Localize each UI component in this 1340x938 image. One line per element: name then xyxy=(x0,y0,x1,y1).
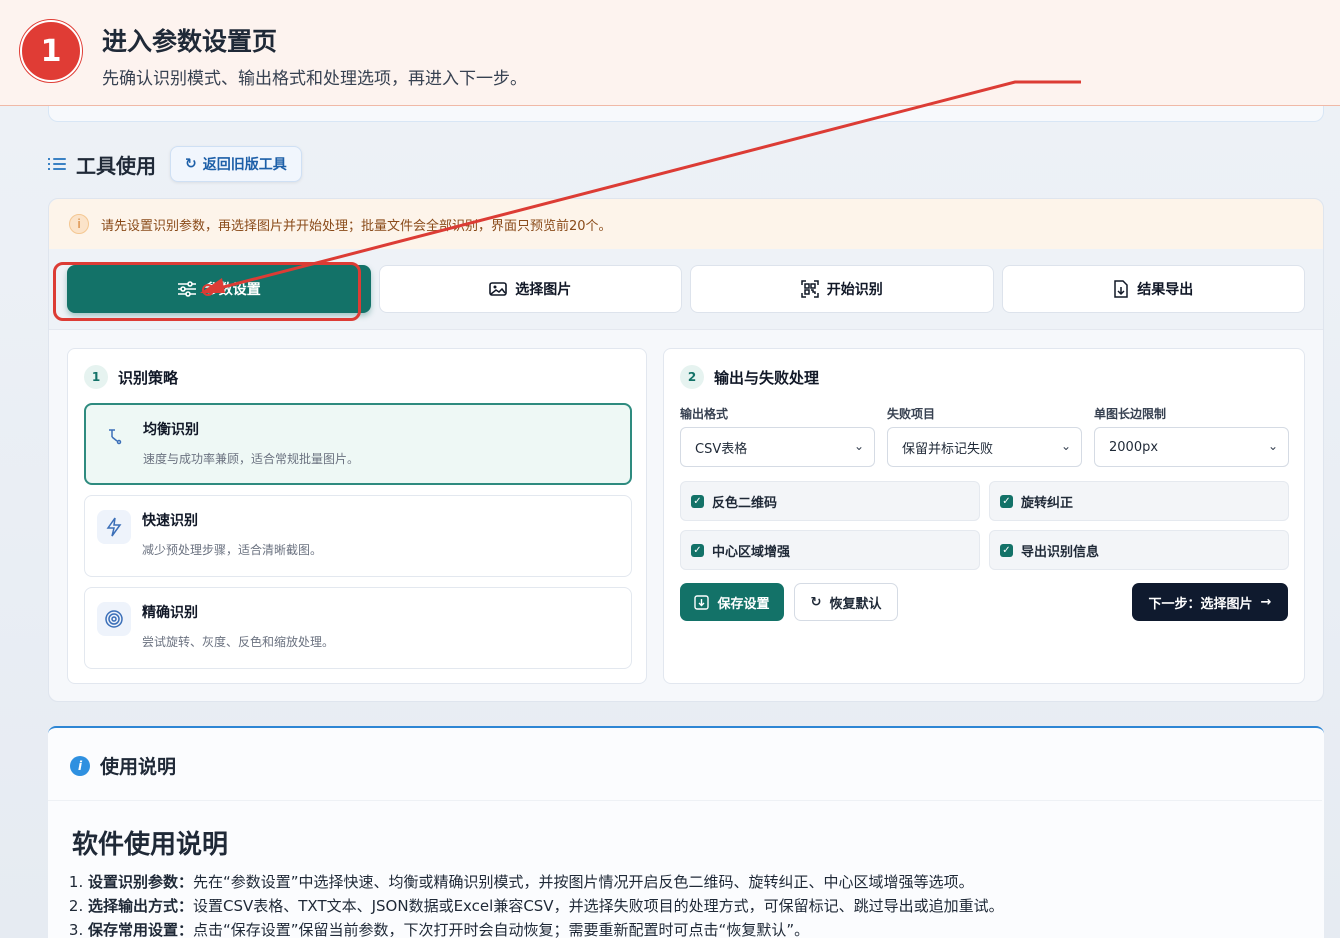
checkbox-invert-qr[interactable]: ✓ 反色二维码 xyxy=(680,481,980,521)
mode-desc: 减少预处理步骤，适合清晰截图。 xyxy=(142,543,323,557)
arrow-right-icon: → xyxy=(1260,594,1272,610)
tab-start-recognition[interactable]: 开始识别 xyxy=(690,265,994,313)
checkbox-label: 导出识别信息 xyxy=(1021,544,1100,560)
reset-label: 恢复默认 xyxy=(829,596,882,612)
mode-balanced[interactable]: 均衡识别 速度与成功率兼顾，适合常规批量图片。 xyxy=(84,403,632,485)
checkbox-center-enhance[interactable]: ✓ 中心区域增强 xyxy=(680,530,980,570)
check-icon: ✓ xyxy=(1000,543,1013,557)
notice-text: 请先设置识别参数，再选择图片并开始处理；批量文件会全部识别，界面只预览前20个。 xyxy=(101,218,612,234)
select-value: 2000px xyxy=(1109,439,1159,455)
banner-subtitle: 先确认识别模式、输出格式和处理选项，再进入下一步。 xyxy=(102,69,527,89)
checkbox-label: 反色二维码 xyxy=(712,495,778,511)
settings-area: 1 识别策略 均衡识别 速度与成功率兼顾，适合常规批量图片。 快速识别 减少预处… xyxy=(49,329,1323,701)
reset-default-button[interactable]: ↻ 恢复默认 xyxy=(794,583,898,621)
checkbox-export-info[interactable]: ✓ 导出识别信息 xyxy=(989,530,1289,570)
item-text: 点击“保存设置”保留当前参数，下次打开时会自动恢复；需要重新配置时可点击“恢复默… xyxy=(193,921,810,938)
usage-section: i 使用说明 软件使用说明 设置识别参数：先在“参数设置”中选择快速、均衡或精确… xyxy=(48,726,1324,938)
section-number: 1 xyxy=(84,365,108,389)
failed-items-label: 失败项目 xyxy=(887,407,936,421)
failed-items-select[interactable]: 保留并标记失败 ⌄ xyxy=(887,427,1082,467)
tab-label: 选择图片 xyxy=(515,282,572,298)
tab-label: 结果导出 xyxy=(1137,282,1194,298)
item-bold: 设置识别参数： xyxy=(88,873,194,891)
output-header: 2 输出与失败处理 xyxy=(680,365,819,389)
next-label: 下一步：选择图片 xyxy=(1148,596,1253,612)
usage-title: 软件使用说明 xyxy=(72,830,229,860)
step-number-badge: 1 xyxy=(20,20,82,82)
tool-title: 工具使用 xyxy=(76,153,156,178)
strategy-header: 1 识别策略 xyxy=(84,365,178,389)
download-icon xyxy=(694,594,710,610)
qr-scan-icon xyxy=(801,280,819,298)
checkbox-rotation-correct[interactable]: ✓ 旋转纠正 xyxy=(989,481,1289,521)
output-format-select[interactable]: CSV表格 ⌄ xyxy=(680,427,875,467)
info-circle-icon: i xyxy=(69,214,89,234)
mode-title: 精确识别 xyxy=(142,605,198,621)
tab-export-results[interactable]: 结果导出 xyxy=(1001,265,1305,313)
mode-desc: 尝试旋转、灰度、反色和缩放处理。 xyxy=(142,635,335,649)
balance-icon xyxy=(98,419,132,453)
item-bold: 保存常用设置： xyxy=(88,921,194,938)
usage-header: i 使用说明 xyxy=(70,752,176,779)
mode-fast[interactable]: 快速识别 减少预处理步骤，适合清晰截图。 xyxy=(84,495,632,577)
list-item: 选择输出方式：设置CSV表格、TXT文本、JSON数据或Excel兼容CSV，并… xyxy=(88,894,1004,918)
checkbox-label: 旋转纠正 xyxy=(1021,495,1074,511)
usage-list: 设置识别参数：先在“参数设置”中选择快速、均衡或精确识别模式，并按图片情况开启反… xyxy=(88,870,1004,938)
bolt-icon xyxy=(97,510,131,544)
mode-title: 均衡识别 xyxy=(143,422,199,438)
back-to-old-tool-button[interactable]: ↻ 返回旧版工具 xyxy=(170,146,302,182)
divider xyxy=(48,800,1322,801)
tool-header: 工具使用 ↻ 返回旧版工具 xyxy=(48,146,302,182)
output-card: 2 输出与失败处理 输出格式 失败项目 单图长边限制 CSV表格 ⌄ 保留并标记… xyxy=(663,348,1305,684)
output-title: 输出与失败处理 xyxy=(714,368,820,387)
item-text: 先在“参数设置”中选择快速、均衡或精确识别模式，并按图片情况开启反色二维码、旋转… xyxy=(193,873,974,891)
usage-header-label: 使用说明 xyxy=(100,756,177,778)
tab-label: 开始识别 xyxy=(826,282,883,298)
check-icon: ✓ xyxy=(691,543,704,557)
save-label: 保存设置 xyxy=(717,596,770,612)
save-settings-button[interactable]: 保存设置 xyxy=(680,583,784,621)
target-icon xyxy=(97,602,131,636)
strategy-title: 识别策略 xyxy=(118,368,179,387)
mode-title: 快速识别 xyxy=(142,513,198,529)
tab-select-images[interactable]: 选择图片 xyxy=(378,265,682,313)
notice-bar: i 请先设置识别参数，再选择图片并开始处理；批量文件会全部识别，界面只预览前20… xyxy=(49,199,1323,249)
mode-precise[interactable]: 精确识别 尝试旋转、灰度、反色和缩放处理。 xyxy=(84,587,632,669)
max-edge-label: 单图长边限制 xyxy=(1094,407,1167,421)
chevron-down-icon: ⌄ xyxy=(853,439,864,453)
select-value: 保留并标记失败 xyxy=(902,441,994,457)
check-icon: ✓ xyxy=(1000,494,1013,508)
refresh-icon: ↻ xyxy=(185,156,197,172)
back-button-label: 返回旧版工具 xyxy=(202,157,287,173)
item-bold: 选择输出方式： xyxy=(88,897,194,915)
check-icon: ✓ xyxy=(691,494,704,508)
refresh-icon: ↻ xyxy=(810,594,822,610)
chevron-down-icon: ⌄ xyxy=(1060,439,1071,453)
image-icon xyxy=(489,282,508,296)
mode-desc: 速度与成功率兼顾，适合常规批量图片。 xyxy=(143,452,360,466)
output-format-label: 输出格式 xyxy=(680,407,729,421)
strategy-card: 1 识别策略 均衡识别 速度与成功率兼顾，适合常规批量图片。 快速识别 减少预处… xyxy=(67,348,647,684)
list-item: 设置识别参数：先在“参数设置”中选择快速、均衡或精确识别模式，并按图片情况开启反… xyxy=(88,870,1004,894)
banner-title: 进入参数设置页 xyxy=(102,27,278,56)
annotation-highlight-box xyxy=(53,262,361,321)
section-number: 2 xyxy=(680,365,704,389)
file-export-icon xyxy=(1114,280,1128,298)
next-step-button[interactable]: 下一步：选择图片 → xyxy=(1132,583,1288,621)
info-icon: i xyxy=(70,755,90,776)
chevron-down-icon: ⌄ xyxy=(1267,439,1278,453)
tutorial-banner: 1 进入参数设置页 先确认识别模式、输出格式和处理选项，再进入下一步。 xyxy=(0,0,1340,106)
item-text: 设置CSV表格、TXT文本、JSON数据或Excel兼容CSV，并选择失败项目的… xyxy=(193,897,1004,915)
list-icon xyxy=(48,156,68,172)
checkbox-label: 中心区域增强 xyxy=(712,544,791,560)
select-value: CSV表格 xyxy=(695,441,748,457)
list-item: 保存常用设置：点击“保存设置”保留当前参数，下次打开时会自动恢复；需要重新配置时… xyxy=(88,918,1004,938)
max-edge-select[interactable]: 2000px ⌄ xyxy=(1094,427,1289,467)
